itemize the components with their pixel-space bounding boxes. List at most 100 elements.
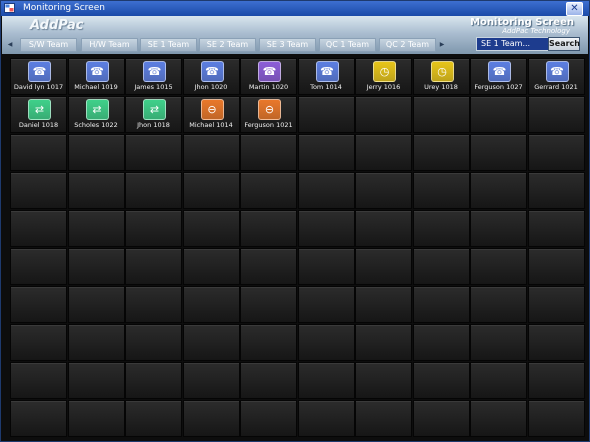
empty-slot[interactable] [412, 362, 470, 399]
empty-slot[interactable] [297, 248, 355, 285]
empty-slot[interactable] [470, 400, 527, 437]
empty-slot[interactable] [355, 210, 412, 247]
empty-slot[interactable] [470, 362, 527, 399]
tab-qc1-team[interactable]: QC 1 Team [319, 38, 376, 52]
empty-slot[interactable] [527, 134, 585, 171]
empty-slot[interactable] [125, 324, 182, 361]
empty-slot[interactable] [125, 248, 182, 285]
empty-slot[interactable] [297, 400, 355, 437]
empty-slot[interactable] [125, 172, 182, 209]
empty-slot[interactable] [527, 286, 585, 323]
empty-slot[interactable] [240, 248, 297, 285]
tab-qc2-team[interactable]: QC 2 Team [379, 38, 436, 52]
empty-slot[interactable] [355, 362, 412, 399]
user-cell[interactable]: ☎ David lyn 1017 [10, 58, 67, 95]
empty-slot[interactable] [470, 286, 527, 323]
empty-slot[interactable] [10, 362, 67, 399]
user-cell[interactable]: ⊖ Ferguson 1021 [240, 96, 297, 133]
empty-slot[interactable] [470, 96, 527, 133]
empty-slot[interactable] [297, 134, 355, 171]
tab-se2-team[interactable]: SE 2 Team [199, 38, 256, 52]
empty-slot[interactable] [355, 134, 412, 171]
empty-slot[interactable] [412, 210, 470, 247]
empty-slot[interactable] [240, 134, 297, 171]
user-cell[interactable]: ☎ Jhon 1020 [182, 58, 240, 95]
empty-slot[interactable] [355, 400, 412, 437]
tab-se3-team[interactable]: SE 3 Team [259, 38, 316, 52]
empty-slot[interactable] [10, 286, 67, 323]
empty-slot[interactable] [10, 400, 67, 437]
empty-slot[interactable] [67, 210, 125, 247]
empty-slot[interactable] [182, 286, 240, 323]
tab-sw-team[interactable]: S/W Team [20, 38, 77, 52]
empty-slot[interactable] [182, 400, 240, 437]
search-button[interactable]: Search [548, 37, 580, 51]
empty-slot[interactable] [355, 172, 412, 209]
empty-slot[interactable] [67, 172, 125, 209]
empty-slot[interactable] [240, 362, 297, 399]
empty-slot[interactable] [10, 210, 67, 247]
empty-slot[interactable] [527, 210, 585, 247]
scroll-left-icon[interactable]: ◀ [6, 40, 14, 50]
empty-slot[interactable] [470, 248, 527, 285]
empty-slot[interactable] [355, 96, 412, 133]
empty-slot[interactable] [355, 286, 412, 323]
user-cell[interactable]: ☎ Ferguson 1027 [470, 58, 527, 95]
empty-slot[interactable] [67, 134, 125, 171]
empty-slot[interactable] [297, 324, 355, 361]
empty-slot[interactable] [412, 96, 470, 133]
empty-slot[interactable] [470, 210, 527, 247]
empty-slot[interactable] [182, 172, 240, 209]
empty-slot[interactable] [182, 210, 240, 247]
user-cell[interactable]: ☎ James 1015 [125, 58, 182, 95]
empty-slot[interactable] [527, 96, 585, 133]
empty-slot[interactable] [412, 400, 470, 437]
empty-slot[interactable] [470, 324, 527, 361]
user-cell[interactable]: ◷ Urey 1018 [412, 58, 470, 95]
empty-slot[interactable] [125, 210, 182, 247]
empty-slot[interactable] [182, 362, 240, 399]
empty-slot[interactable] [240, 400, 297, 437]
team-search-select[interactable]: SE 1 Team... [476, 37, 552, 51]
empty-slot[interactable] [240, 172, 297, 209]
empty-slot[interactable] [10, 134, 67, 171]
empty-slot[interactable] [412, 286, 470, 323]
scroll-right-icon[interactable]: ▶ [438, 40, 446, 50]
empty-slot[interactable] [527, 248, 585, 285]
user-cell[interactable]: ☎ Martin 1020 [240, 58, 297, 95]
empty-slot[interactable] [125, 286, 182, 323]
empty-slot[interactable] [297, 172, 355, 209]
user-cell[interactable]: ◷ Jerry 1016 [355, 58, 412, 95]
user-cell[interactable]: ⇄ Jhon 1018 [125, 96, 182, 133]
user-cell[interactable]: ⇄ Scholes 1022 [67, 96, 125, 133]
empty-slot[interactable] [470, 134, 527, 171]
empty-slot[interactable] [67, 400, 125, 437]
empty-slot[interactable] [182, 134, 240, 171]
empty-slot[interactable] [412, 324, 470, 361]
empty-slot[interactable] [412, 134, 470, 171]
tab-hw-team[interactable]: H/W Team [81, 38, 138, 52]
empty-slot[interactable] [412, 248, 470, 285]
empty-slot[interactable] [240, 210, 297, 247]
empty-slot[interactable] [125, 400, 182, 437]
empty-slot[interactable] [355, 324, 412, 361]
empty-slot[interactable] [355, 248, 412, 285]
empty-slot[interactable] [67, 324, 125, 361]
user-cell[interactable]: ☎ Michael 1019 [67, 58, 125, 95]
empty-slot[interactable] [297, 286, 355, 323]
empty-slot[interactable] [125, 134, 182, 171]
empty-slot[interactable] [527, 400, 585, 437]
empty-slot[interactable] [470, 172, 527, 209]
empty-slot[interactable] [10, 172, 67, 209]
empty-slot[interactable] [297, 96, 355, 133]
user-cell[interactable]: ⇄ Daniel 1018 [10, 96, 67, 133]
tab-se1-team[interactable]: SE 1 Team [140, 38, 197, 52]
close-button[interactable]: ✕ [566, 2, 583, 16]
empty-slot[interactable] [67, 286, 125, 323]
empty-slot[interactable] [412, 172, 470, 209]
empty-slot[interactable] [297, 210, 355, 247]
empty-slot[interactable] [527, 324, 585, 361]
empty-slot[interactable] [527, 362, 585, 399]
user-cell[interactable]: ☎ Tom 1014 [297, 58, 355, 95]
empty-slot[interactable] [10, 324, 67, 361]
